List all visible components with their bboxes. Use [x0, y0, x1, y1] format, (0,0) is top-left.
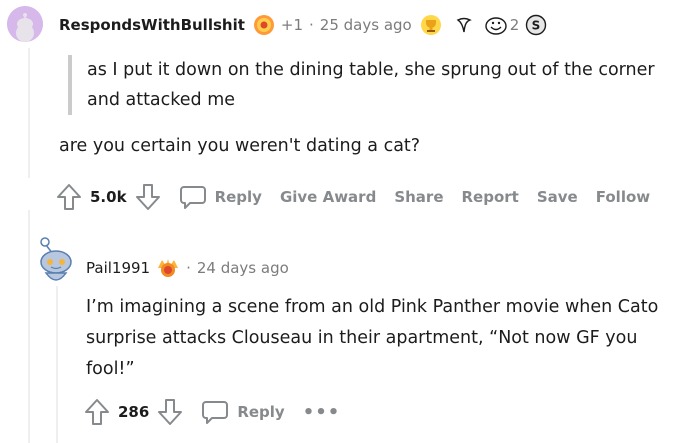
quote-line: and attacked me: [87, 90, 236, 110]
report-button[interactable]: Report: [462, 188, 519, 206]
blockquote: as I put it down on the dining table, sh…: [68, 55, 694, 115]
vote-control: 5.0k: [56, 183, 161, 211]
wave-award-icon[interactable]: [454, 14, 476, 36]
snoo-avatar-icon: [7, 6, 43, 42]
body-line: I’m imagining a scene from an old Pink P…: [86, 297, 659, 317]
comment-actions: 286 Reply •••: [84, 398, 358, 426]
more-options-button[interactable]: •••: [303, 402, 341, 423]
body-line: fool!”: [86, 359, 135, 379]
give-award-button[interactable]: Give Award: [280, 188, 376, 206]
thread-line-reply[interactable]: [56, 286, 58, 443]
reply-label: Reply: [214, 188, 262, 206]
upvote-icon[interactable]: [84, 398, 110, 426]
save-button[interactable]: Save: [537, 188, 578, 206]
trophy-award-icon[interactable]: [420, 14, 442, 36]
upvote-icon[interactable]: [56, 183, 82, 211]
grin-award-icon[interactable]: [484, 14, 508, 36]
award-count: 2: [509, 16, 520, 34]
comment-body: are you certain you weren't dating a cat…: [59, 136, 421, 156]
downvote-icon[interactable]: [157, 398, 183, 426]
gold-award-icon[interactable]: [156, 257, 180, 279]
flame-award-icon[interactable]: [253, 14, 275, 36]
username[interactable]: Pail1991: [86, 259, 150, 277]
separator: ·: [309, 16, 314, 34]
karma-badge: +1: [280, 16, 304, 34]
vote-control: 286: [84, 398, 183, 426]
reply-button[interactable]: Reply: [179, 184, 262, 210]
vote-count: 286: [118, 403, 150, 421]
thread-line[interactable]: [28, 48, 30, 178]
follow-button[interactable]: Follow: [596, 188, 650, 206]
avatar[interactable]: [36, 236, 76, 286]
thread-line[interactable]: [28, 210, 30, 443]
comment-actions: 5.0k Reply Give Award Share Report Save …: [56, 183, 668, 211]
svg-text:S: S: [532, 19, 541, 33]
downvote-icon[interactable]: [135, 183, 161, 211]
comment-meta: Pail1991 · 24 days ago: [86, 256, 289, 280]
separator: ·: [186, 259, 191, 277]
quote-line: as I put it down on the dining table, sh…: [87, 60, 655, 80]
speech-bubble-icon: [179, 186, 206, 209]
body-line: surprise attacks Clouseau in their apart…: [86, 328, 638, 348]
reply-label: Reply: [237, 403, 285, 421]
vote-count: 5.0k: [90, 188, 127, 206]
reply-button[interactable]: Reply: [201, 399, 285, 425]
timestamp[interactable]: 25 days ago: [320, 16, 412, 34]
silver-coin-award-icon[interactable]: S: [525, 14, 547, 36]
speech-bubble-icon: [202, 401, 229, 424]
comment-meta: RespondsWithBullshit +1 · 25 days ago 2: [59, 13, 547, 37]
snoo-avatar-icon: [40, 237, 72, 281]
avatar[interactable]: [7, 6, 43, 42]
comment-body: I’m imagining a scene from an old Pink P…: [86, 292, 686, 385]
username[interactable]: RespondsWithBullshit: [59, 16, 245, 34]
share-button[interactable]: Share: [394, 188, 443, 206]
timestamp[interactable]: 24 days ago: [197, 259, 289, 277]
